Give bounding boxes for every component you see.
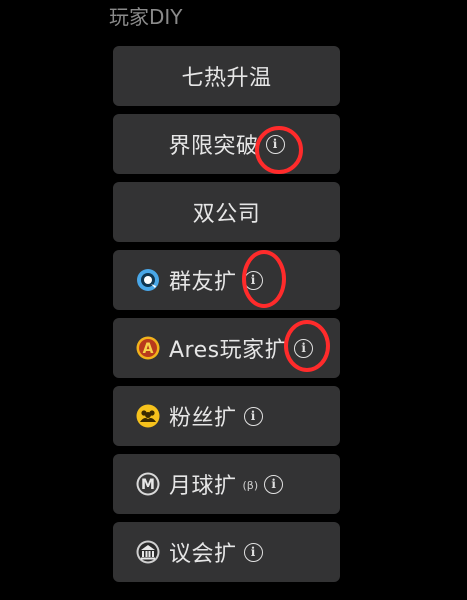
beta-badge: (β) xyxy=(242,478,259,492)
expansion-label: Ares玩家扩 xyxy=(169,338,288,363)
info-icon[interactable]: i xyxy=(265,134,285,154)
player-diy-panel: 玩家DIY 七热升温 界限突破 i 双公司 群友扩 i A Ares玩家扩 i … xyxy=(0,0,467,600)
expansion-list: 七热升温 界限突破 i 双公司 群友扩 i A Ares玩家扩 i 粉丝扩 i … xyxy=(113,46,340,590)
info-icon[interactable]: i xyxy=(243,542,263,562)
expansion-label: 七热升温 xyxy=(181,66,272,91)
council-icon xyxy=(135,539,161,565)
ares-icon: A xyxy=(135,335,161,361)
expansion-button-yihui[interactable]: 议会扩 i xyxy=(113,522,340,582)
expansion-button-ares[interactable]: A Ares玩家扩 i xyxy=(113,318,340,378)
expansion-label: 月球扩 xyxy=(169,474,237,499)
fans-icon xyxy=(135,403,161,429)
moon-icon-letter: M xyxy=(141,477,155,493)
ares-icon-letter: A xyxy=(143,341,154,357)
expansion-button-jiexian[interactable]: 界限突破 i xyxy=(113,114,340,174)
qq-penguin-icon xyxy=(135,267,161,293)
info-icon[interactable]: i xyxy=(243,270,263,290)
expansion-label: 议会扩 xyxy=(169,542,237,567)
expansion-button-shuanggongsi[interactable]: 双公司 xyxy=(113,182,340,242)
info-icon[interactable]: i xyxy=(243,406,263,426)
expansion-label: 粉丝扩 xyxy=(169,406,237,431)
info-icon[interactable]: i xyxy=(294,338,314,358)
expansion-button-qire[interactable]: 七热升温 xyxy=(113,46,340,106)
expansion-label: 双公司 xyxy=(192,202,261,227)
expansion-button-fensi[interactable]: 粉丝扩 i xyxy=(113,386,340,446)
expansion-label: 群友扩 xyxy=(169,270,237,295)
section-title: 玩家DIY xyxy=(109,5,183,29)
moon-icon: M xyxy=(135,471,161,497)
expansion-button-qunyou[interactable]: 群友扩 i xyxy=(113,250,340,310)
expansion-label: 界限突破 xyxy=(168,134,259,159)
info-icon[interactable]: i xyxy=(264,474,284,494)
expansion-button-yueqiu[interactable]: M 月球扩 (β) i xyxy=(113,454,340,514)
